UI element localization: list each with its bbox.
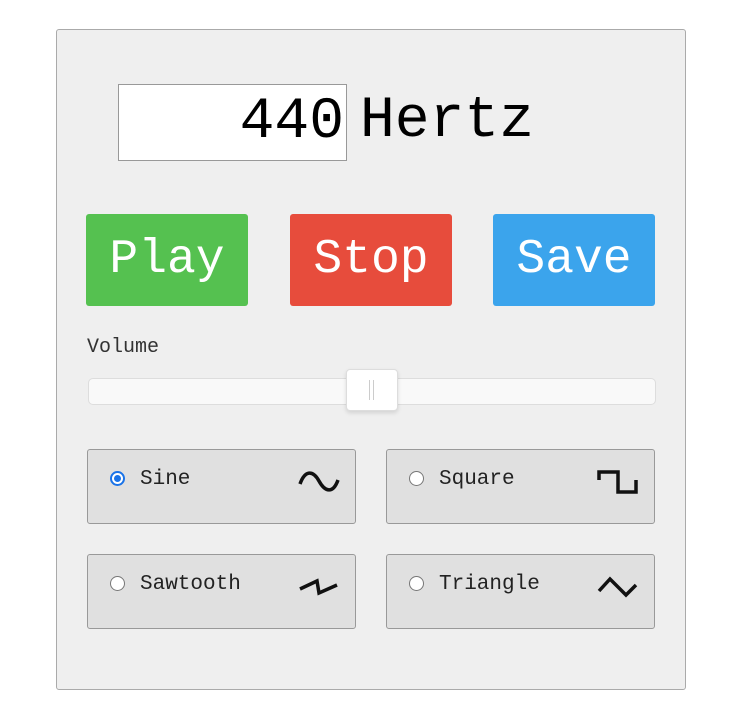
volume-label: Volume	[87, 336, 160, 359]
triangle-wave-icon	[597, 576, 638, 598]
option-label: Sawtooth	[140, 573, 241, 596]
waveform-option-sawtooth[interactable]: Sawtooth	[87, 554, 356, 629]
play-button[interactable]: Play	[86, 214, 248, 306]
frequency-unit-label: Hertz	[360, 89, 535, 154]
radio-square[interactable]	[409, 471, 424, 486]
volume-slider-thumb[interactable]	[346, 369, 398, 411]
synth-panel: 440 Hertz Play Stop Save Volume Sine Squ…	[56, 29, 686, 690]
sine-wave-icon	[298, 471, 340, 492]
option-label: Square	[439, 468, 515, 491]
option-label: Sine	[140, 468, 191, 491]
waveform-option-square[interactable]: Square	[386, 449, 655, 524]
radio-triangle[interactable]	[409, 576, 424, 591]
waveform-option-sine[interactable]: Sine	[87, 449, 356, 524]
stop-button[interactable]: Stop	[290, 214, 452, 306]
option-label: Triangle	[439, 573, 540, 596]
sawtooth-wave-icon	[299, 578, 338, 596]
square-wave-icon	[597, 470, 638, 494]
waveform-option-triangle[interactable]: Triangle	[386, 554, 655, 629]
radio-sine[interactable]	[110, 471, 125, 486]
save-button[interactable]: Save	[493, 214, 655, 306]
frequency-input[interactable]: 440	[118, 84, 347, 161]
radio-sawtooth[interactable]	[110, 576, 125, 591]
